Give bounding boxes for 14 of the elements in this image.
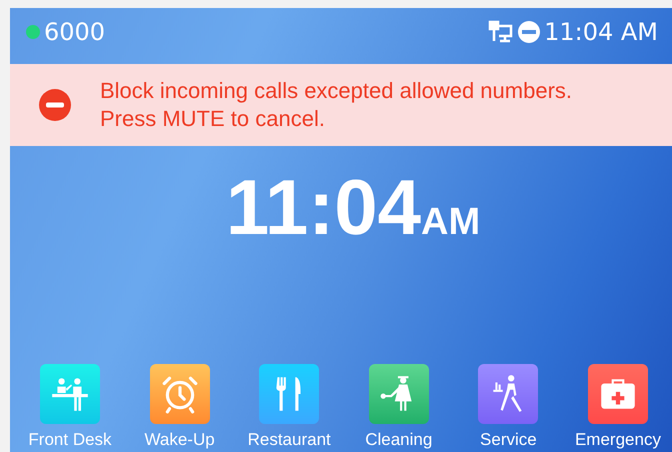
account-number: 6000 <box>44 18 106 46</box>
app-shortcut[interactable]: Cleaning <box>344 364 453 452</box>
do-not-disturb-icon <box>517 20 542 44</box>
clock-time: 11:04 <box>226 162 422 253</box>
app-shortcut[interactable]: Restaurant <box>235 364 344 452</box>
app-shortcut[interactable]: Service <box>454 364 562 452</box>
block-icon <box>38 88 72 122</box>
app-shortcut[interactable]: Emergency <box>564 364 672 452</box>
clock-suffix: AM <box>421 201 480 244</box>
alert-message: Block incoming calls excepted allowed numbers. Press MUTE to cancel. <box>100 77 574 133</box>
status-time: 11:04 AM <box>544 18 658 46</box>
app-shortcut[interactable]: Wake-Up <box>126 364 234 452</box>
network-icon <box>488 20 514 44</box>
app-shortcut[interactable]: Front Desk <box>16 364 124 452</box>
